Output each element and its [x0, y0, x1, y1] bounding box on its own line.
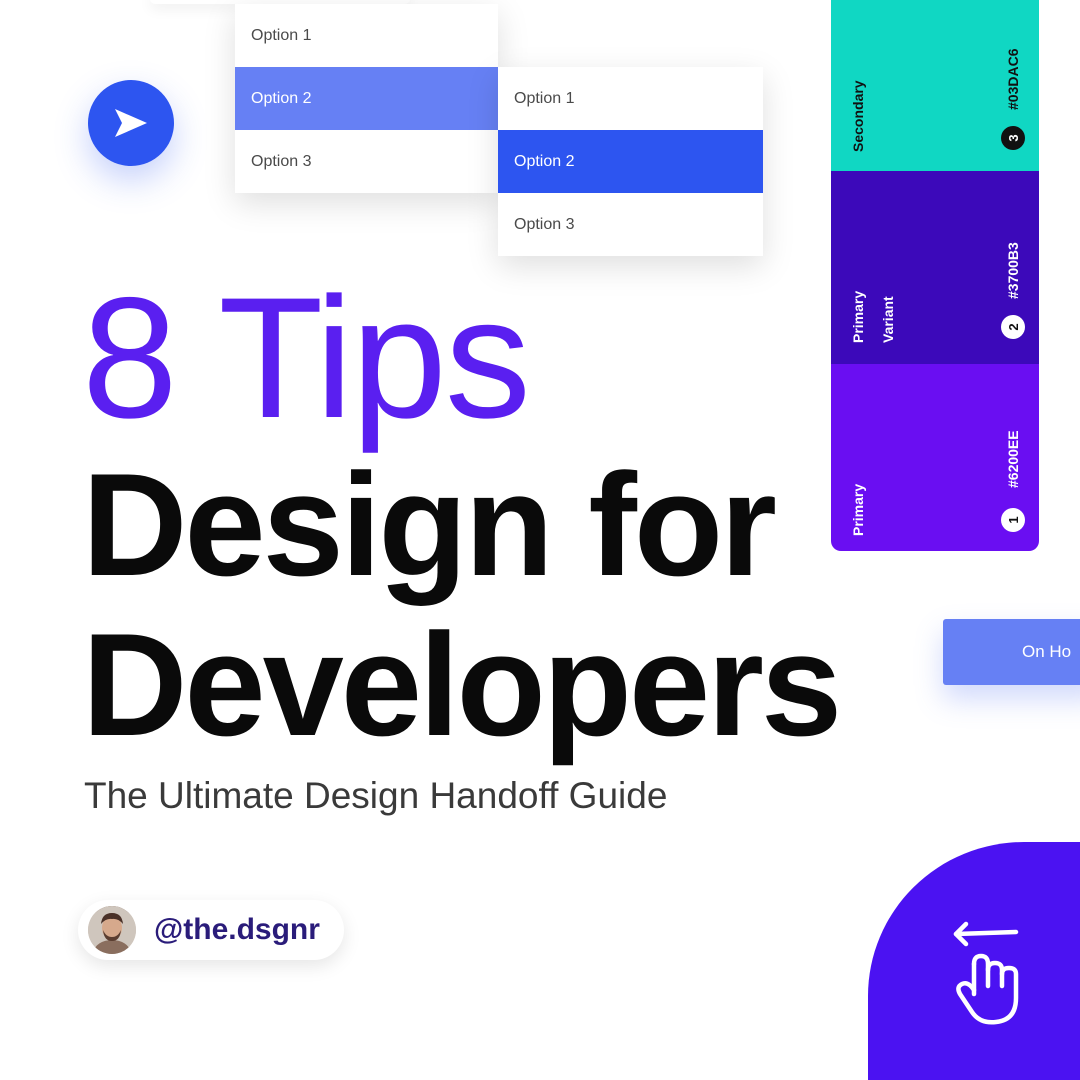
menu-option-3[interactable]: Option 3 — [235, 130, 498, 193]
avatar-portrait — [88, 906, 136, 954]
swatch-name: Primary — [850, 483, 866, 536]
swatch-name: Secondary — [850, 80, 866, 152]
swatch-number-badge: 2 — [1001, 315, 1025, 339]
menu-option-2-selected[interactable]: Option 2 — [235, 67, 498, 130]
swatch-name-line2: Variant — [880, 296, 896, 343]
menu-option-1[interactable]: Option 1 — [498, 67, 763, 130]
swipe-hand-icon — [953, 921, 1019, 1025]
avatar — [88, 906, 136, 954]
author-handle: @the.dsgnr — [154, 913, 320, 946]
swatch-secondary: Secondary #03DAC6 3 — [831, 0, 1039, 171]
headline-line-1: Design for — [82, 443, 777, 606]
swatch-name-line1: Primary — [850, 290, 866, 343]
swatch-hex: #6200EE — [1005, 430, 1021, 488]
menu-option-2-selected[interactable]: Option 2 — [498, 130, 763, 193]
menu-option-1[interactable]: Option 1 — [235, 4, 498, 67]
send-button[interactable] — [88, 80, 174, 166]
headline-accent: 8 Tips — [82, 262, 531, 454]
dropdown-menu-right: Option 1 Option 2 Option 3 — [498, 67, 763, 256]
swatch-hex: #03DAC6 — [1005, 48, 1021, 110]
swatch-primary-variant: Primary Variant #3700B3 2 — [831, 171, 1039, 364]
dropdown-menu-left: Option 1 Option 2 Option 3 — [235, 4, 498, 193]
send-icon — [115, 109, 147, 137]
menu-option-3[interactable]: Option 3 — [498, 193, 763, 256]
author-handle-pill[interactable]: @the.dsgnr — [78, 900, 344, 960]
swatch-number-badge: 1 — [1001, 508, 1025, 532]
swipe-badge[interactable] — [868, 842, 1080, 1080]
subtitle: The Ultimate Design Handoff Guide — [84, 775, 668, 816]
headline-line-2: Developers — [82, 603, 842, 766]
cta-button[interactable]: On Ho — [943, 619, 1080, 685]
cta-button-label: On Ho — [1022, 642, 1072, 661]
swatch-hex: #3700B3 — [1005, 242, 1021, 299]
color-palette: Secondary #03DAC6 3 Primary Variant #370… — [831, 0, 1039, 551]
swatch-primary: Primary #6200EE 1 — [831, 364, 1039, 551]
swatch-number-badge: 3 — [1001, 126, 1025, 150]
